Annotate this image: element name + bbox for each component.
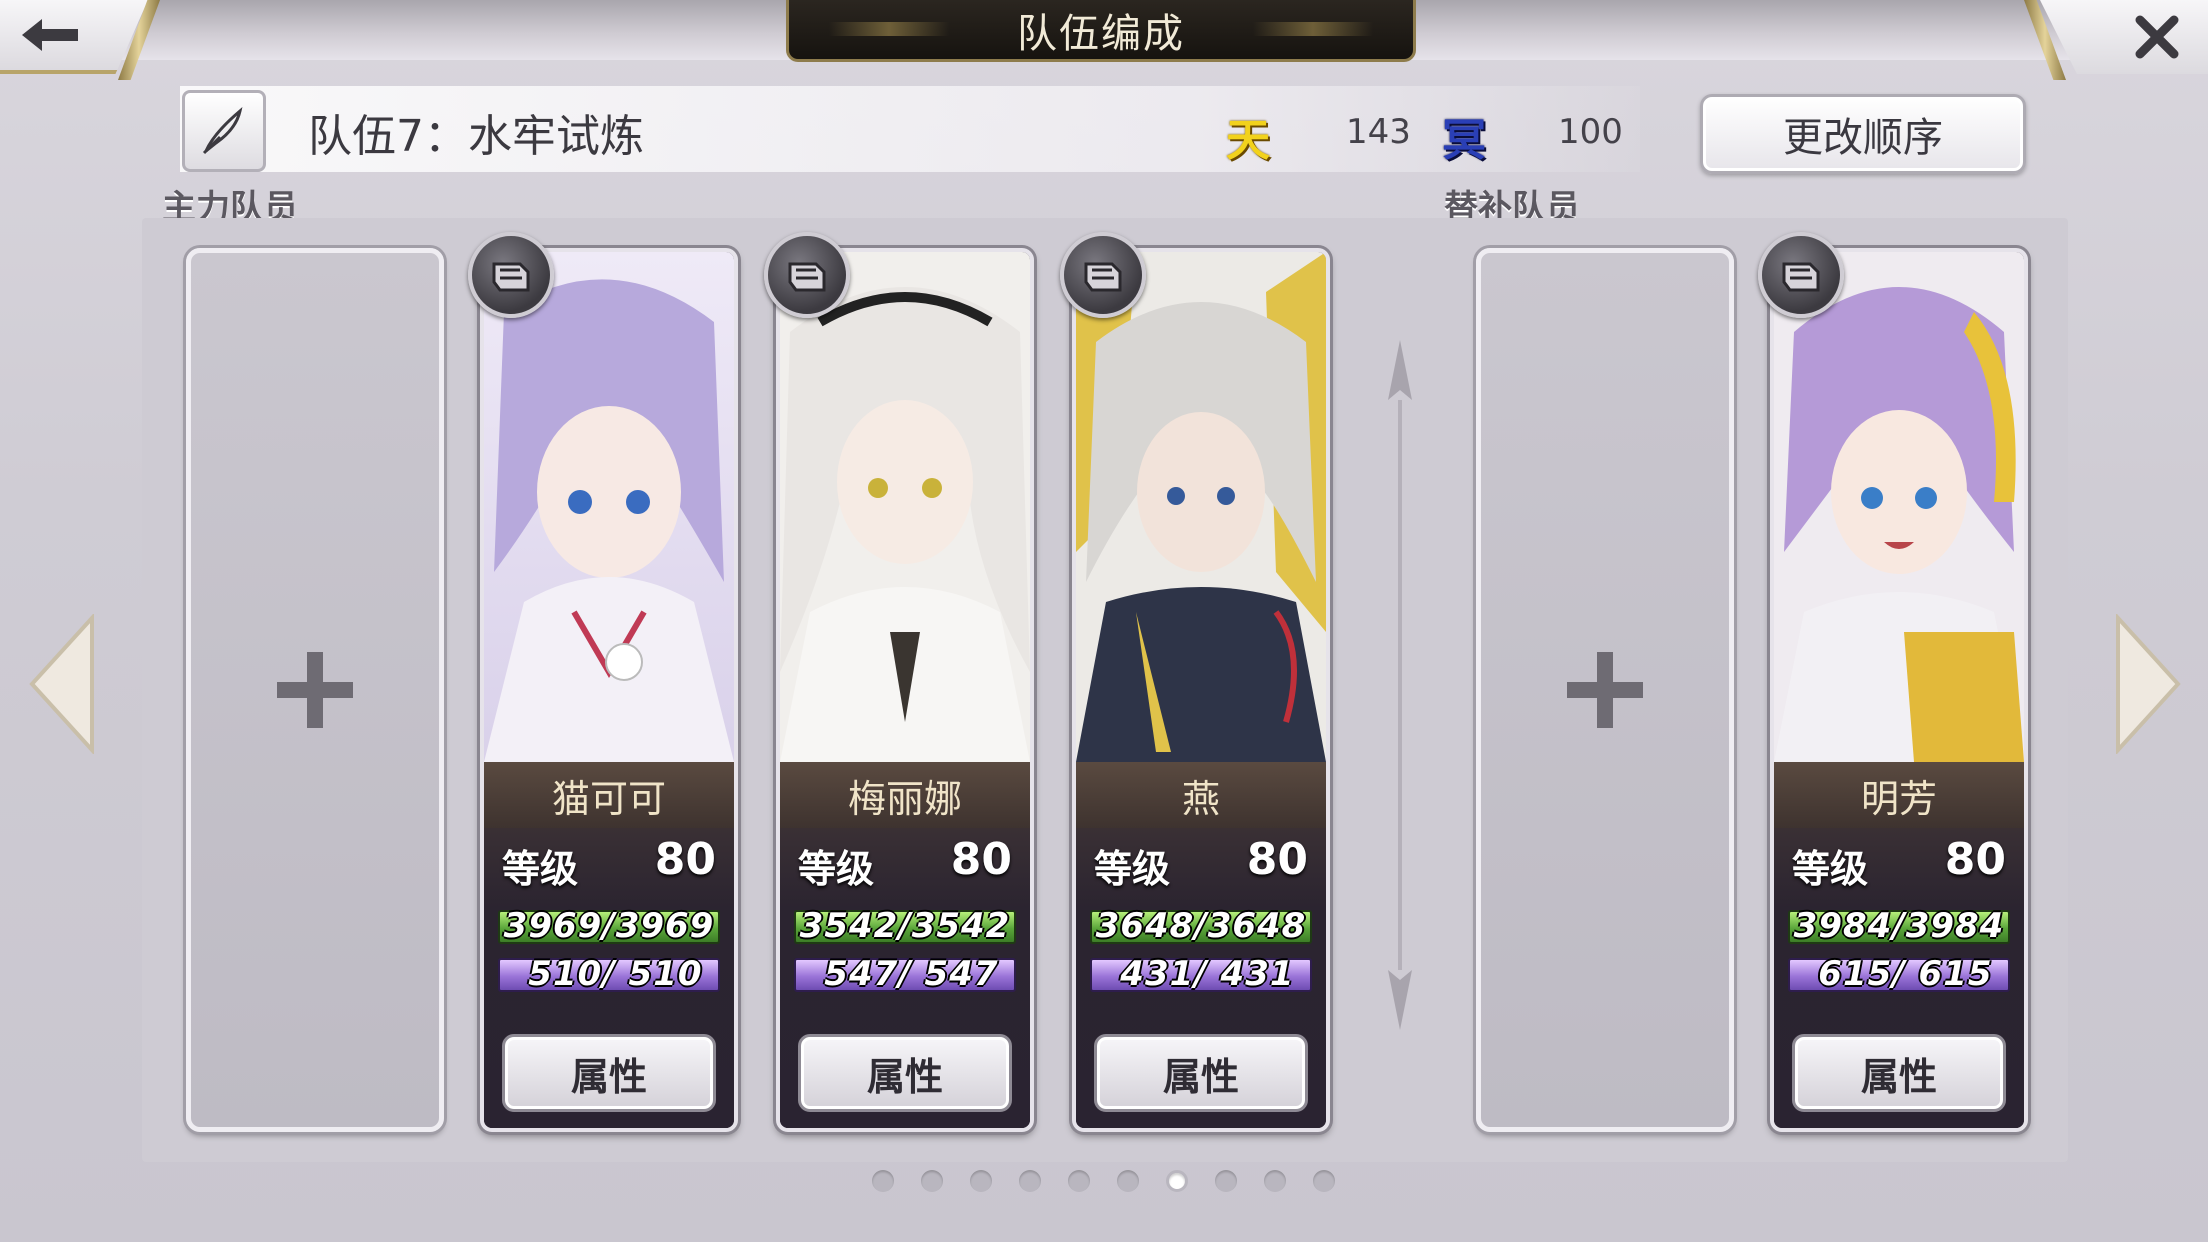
attributes-button[interactable]: 属性 [502, 1034, 716, 1112]
heaven-icon: 天 [1226, 115, 1270, 166]
hp-bar: 3969/3969 [498, 906, 720, 946]
character-card[interactable]: 猫可可 等级 80 3969/3969 510/ 510 属性 [480, 248, 738, 1132]
attributes-button[interactable]: 属性 [1792, 1034, 2006, 1112]
level-value: 80 [654, 834, 716, 885]
character-card[interactable]: 梅丽娜 等级 80 3542/3542 547/ 547 属性 [776, 248, 1034, 1132]
character-name: 梅丽娜 [780, 762, 1030, 828]
level-value: 80 [1944, 834, 2006, 885]
edit-team-name-button[interactable] [182, 90, 266, 172]
mp-value: 431/ 431 [1107, 954, 1295, 994]
character-portrait [1774, 252, 2024, 762]
underworld-value: 100 [1558, 112, 1623, 152]
character-portrait [780, 252, 1030, 762]
close-button[interactable] [2040, 0, 2208, 74]
character-info: 梅丽娜 等级 80 3542/3542 547/ 547 属性 [780, 762, 1030, 1128]
next-team-arrow-icon[interactable] [2108, 614, 2188, 754]
page-dot[interactable] [1117, 1170, 1139, 1192]
attributes-button[interactable]: 属性 [1094, 1034, 1308, 1112]
previous-team-arrow-icon[interactable] [22, 614, 102, 754]
team-page-indicator [872, 1170, 1335, 1192]
plus-icon [277, 652, 353, 728]
page-dot[interactable] [970, 1170, 992, 1192]
character-name: 猫可可 [484, 762, 734, 828]
hp-value: 3542/3542 [799, 906, 1011, 946]
page-dot[interactable] [872, 1170, 894, 1192]
page-dot[interactable] [1019, 1170, 1041, 1192]
character-card[interactable]: 燕 等级 80 3648/3648 431/ 431 属性 [1072, 248, 1330, 1132]
screen-title: 队伍编成 [786, 0, 1416, 62]
character-info: 燕 等级 80 3648/3648 431/ 431 属性 [1076, 762, 1326, 1128]
page-dot-active[interactable] [1166, 1170, 1188, 1192]
gauntlet-icon [1060, 232, 1146, 318]
gauntlet-icon [468, 232, 554, 318]
back-arrow-icon [22, 19, 78, 51]
character-card[interactable]: 明芳 等级 80 3984/3984 615/ 615 属性 [1770, 248, 2028, 1132]
level-label: 等级 [502, 847, 579, 891]
plus-icon [1567, 652, 1643, 728]
empty-sub-slot[interactable] [1476, 248, 1734, 1132]
mp-bar: 431/ 431 [1090, 954, 1312, 994]
empty-main-slot[interactable] [186, 248, 444, 1132]
character-name: 燕 [1076, 762, 1326, 828]
attributes-button[interactable]: 属性 [798, 1034, 1012, 1112]
hp-bar: 3984/3984 [1788, 906, 2010, 946]
character-portrait [1076, 252, 1326, 762]
level-label: 等级 [798, 847, 875, 891]
page-dot[interactable] [921, 1170, 943, 1192]
reorder-button[interactable]: 更改顺序 [1700, 94, 2026, 174]
character-info: 明芳 等级 80 3984/3984 615/ 615 属性 [1774, 762, 2024, 1128]
page-dot[interactable] [1313, 1170, 1335, 1192]
level-value: 80 [1246, 834, 1308, 885]
character-portrait [484, 252, 734, 762]
hp-bar: 3648/3648 [1090, 906, 1312, 946]
hp-value: 3984/3984 [1793, 906, 2005, 946]
mp-bar: 615/ 615 [1788, 954, 2010, 994]
mp-bar: 547/ 547 [794, 954, 1016, 994]
character-info: 猫可可 等级 80 3969/3969 510/ 510 属性 [484, 762, 734, 1128]
character-name: 明芳 [1774, 762, 2024, 828]
page-dot[interactable] [1215, 1170, 1237, 1192]
main-sub-divider [1388, 340, 1412, 1030]
mp-value: 615/ 615 [1805, 954, 1993, 994]
hp-value: 3648/3648 [1095, 906, 1307, 946]
page-dot[interactable] [1068, 1170, 1090, 1192]
underworld-icon: 冥 [1442, 115, 1486, 166]
gauntlet-icon [764, 232, 850, 318]
close-icon [2135, 15, 2179, 59]
heaven-value: 143 [1346, 112, 1411, 152]
hp-bar: 3542/3542 [794, 906, 1016, 946]
page-dot[interactable] [1264, 1170, 1286, 1192]
gauntlet-icon [1758, 232, 1844, 318]
mp-value: 510/ 510 [515, 954, 703, 994]
mp-bar: 510/ 510 [498, 954, 720, 994]
hp-value: 3969/3969 [503, 906, 715, 946]
level-label: 等级 [1094, 847, 1171, 891]
quill-pen-icon [202, 106, 243, 155]
mp-value: 547/ 547 [811, 954, 999, 994]
level-value: 80 [950, 834, 1012, 885]
team-name: 队伍7：水牢试炼 [308, 111, 644, 162]
level-label: 等级 [1792, 847, 1869, 891]
